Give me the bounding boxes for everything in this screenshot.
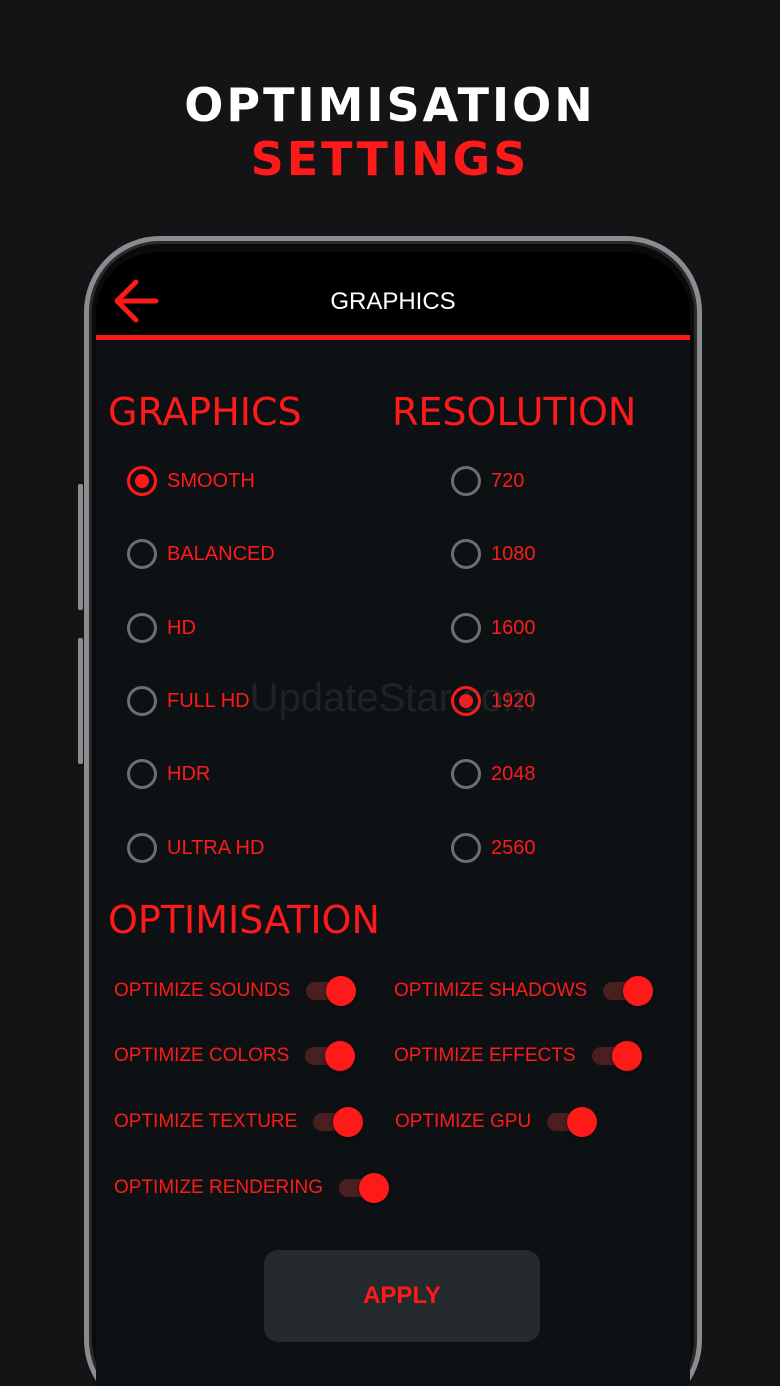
switch-knob xyxy=(611,1041,642,1071)
resolution-option-720[interactable]: 720 xyxy=(451,466,524,496)
promo-title-line2: SETTINGS xyxy=(250,132,530,186)
toggle-row-optimize-sounds: OPTIMIZE SOUNDS xyxy=(114,976,357,1006)
switch-knob xyxy=(359,1173,390,1203)
toggle-switch[interactable] xyxy=(313,1107,364,1137)
switch-knob xyxy=(325,1041,356,1071)
resolution-option-label: 2560 xyxy=(491,836,536,859)
radio-unselected-icon xyxy=(127,539,157,569)
graphics-option-label: FULL HD xyxy=(167,689,250,712)
toggle-switch[interactable] xyxy=(305,1041,356,1071)
switch-knob xyxy=(326,976,357,1006)
toggle-row-optimize-rendering: OPTIMIZE RENDERING xyxy=(114,1173,390,1203)
resolution-option-1600[interactable]: 1600 xyxy=(451,613,536,643)
resolution-option-1080[interactable]: 1080 xyxy=(451,539,536,569)
graphics-option-label: HDR xyxy=(167,762,211,785)
radio-unselected-icon xyxy=(127,759,157,789)
resolution-option-2048[interactable]: 2048 xyxy=(451,759,536,789)
toggle-row-optimize-colors: OPTIMIZE COLORS xyxy=(114,1041,356,1071)
resolution-option-2560[interactable]: 2560 xyxy=(451,833,536,863)
resolution-option-label: 1080 xyxy=(491,542,536,565)
graphics-section-title: GRAPHICS xyxy=(108,390,302,434)
toggle-row-optimize-gpu: OPTIMIZE GPU xyxy=(395,1107,598,1137)
radio-unselected-icon xyxy=(451,613,481,643)
switch-knob xyxy=(333,1107,364,1137)
graphics-option-hdr[interactable]: HDR xyxy=(127,759,210,789)
switch-knob xyxy=(623,976,654,1006)
radio-unselected-icon xyxy=(127,613,157,643)
toggle-label: OPTIMIZE TEXTURE xyxy=(114,1111,298,1132)
toggle-switch[interactable] xyxy=(306,976,357,1006)
graphics-option-label: ULTRA HD xyxy=(167,836,265,859)
toggle-label: OPTIMIZE COLORS xyxy=(114,1045,290,1066)
promo-title-line1: OPTIMISATION xyxy=(184,78,596,132)
radio-selected-icon xyxy=(451,686,481,716)
radio-unselected-icon xyxy=(451,833,481,863)
graphics-option-label: BALANCED xyxy=(167,542,275,565)
toggle-switch[interactable] xyxy=(547,1107,598,1137)
app-bar: GRAPHICS xyxy=(96,252,690,340)
graphics-option-smooth[interactable]: SMOOTH xyxy=(127,466,255,496)
toggle-switch[interactable] xyxy=(339,1173,390,1203)
switch-knob xyxy=(567,1107,598,1137)
phone-side-button xyxy=(78,638,83,764)
toggle-label: OPTIMIZE SHADOWS xyxy=(394,980,588,1001)
toggle-switch[interactable] xyxy=(603,976,654,1006)
graphics-option-full-hd[interactable]: FULL HD xyxy=(127,686,250,716)
app-bar-title: GRAPHICS xyxy=(330,288,456,315)
toggle-row-optimize-effects: OPTIMIZE EFFECTS xyxy=(394,1041,642,1071)
toggle-label: OPTIMIZE RENDERING xyxy=(114,1177,324,1198)
radio-unselected-icon xyxy=(127,686,157,716)
radio-unselected-icon xyxy=(451,539,481,569)
radio-unselected-icon xyxy=(451,759,481,789)
toggle-row-optimize-shadows: OPTIMIZE SHADOWS xyxy=(394,976,654,1006)
toggle-label: OPTIMIZE SOUNDS xyxy=(114,980,291,1001)
apply-button[interactable]: APPLY xyxy=(264,1250,540,1342)
resolution-option-label: 2048 xyxy=(491,762,536,785)
graphics-option-label: SMOOTH xyxy=(167,469,255,492)
graphics-option-balanced[interactable]: BALANCED xyxy=(127,539,275,569)
toggle-switch[interactable] xyxy=(591,1041,642,1071)
resolution-option-label: 720 xyxy=(491,469,525,492)
graphics-option-hd[interactable]: HD xyxy=(127,613,196,643)
radio-selected-icon xyxy=(127,466,157,496)
graphics-option-ultra-hd[interactable]: ULTRA HD xyxy=(127,833,264,863)
radio-unselected-icon xyxy=(451,466,481,496)
toggle-row-optimize-texture: OPTIMIZE TEXTURE xyxy=(114,1107,364,1137)
resolution-section-title: RESOLUTION xyxy=(392,390,637,434)
phone-screen: GRAPHICS GRAPHICS RESOLUTION SMOOTH BALAN… xyxy=(96,252,690,1386)
phone-side-button xyxy=(78,484,83,610)
toggle-label: OPTIMIZE EFFECTS xyxy=(394,1045,576,1066)
optimisation-section-title: OPTIMISATION xyxy=(108,898,380,942)
radio-unselected-icon xyxy=(127,833,157,863)
resolution-option-1920[interactable]: 1920 xyxy=(451,686,536,716)
resolution-option-label: 1920 xyxy=(491,689,536,712)
toggle-label: OPTIMIZE GPU xyxy=(395,1111,532,1132)
graphics-option-label: HD xyxy=(167,616,196,639)
resolution-option-label: 1600 xyxy=(491,616,536,639)
